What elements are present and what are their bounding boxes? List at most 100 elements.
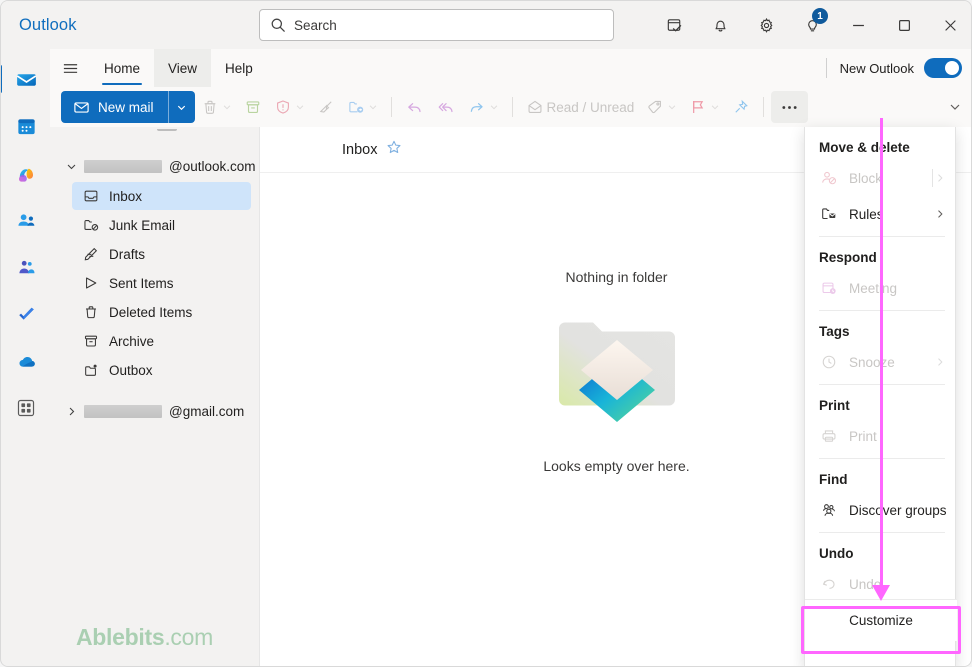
new-mail-label: New mail — [98, 99, 154, 115]
tab-home[interactable]: Home — [90, 49, 154, 87]
menu-item-label: Discover groups — [849, 502, 947, 518]
menu-item-label: Undo — [849, 576, 882, 592]
archive-button[interactable] — [238, 91, 268, 123]
read-unread-label: Read / Unread — [546, 99, 635, 115]
drafts-icon — [82, 246, 99, 263]
sidebar-item-drafts[interactable]: Drafts — [72, 240, 251, 268]
chevron-down-icon — [369, 105, 376, 110]
command-divider — [390, 97, 392, 117]
outlook-window: Outlook Search 1 Home View Help New Outl… — [0, 0, 972, 667]
rules-icon — [819, 205, 838, 224]
redacted-account-name — [84, 159, 162, 173]
outbox-icon — [82, 362, 99, 379]
meeting-icon — [819, 279, 838, 298]
flag-button[interactable] — [683, 91, 726, 123]
sidebar-item-junk-email[interactable]: Junk Email — [72, 211, 251, 239]
menu-item-label: Meeting — [849, 280, 898, 296]
lightbulb-icon[interactable]: 1 — [789, 5, 835, 45]
sidebar-item-outbox[interactable]: Outbox — [72, 356, 251, 384]
more-commands-button[interactable] — [771, 91, 809, 123]
pin-button[interactable] — [726, 91, 756, 123]
new-mail-chevron-down-icon[interactable] — [169, 91, 195, 123]
archive-icon — [246, 101, 259, 114]
printer-icon — [819, 427, 838, 446]
teams-app-icon[interactable] — [6, 247, 46, 287]
maximize-button[interactable] — [881, 1, 927, 49]
chevron-down-icon — [669, 105, 676, 110]
new-mail-icon — [74, 101, 89, 113]
menu-item-label: Rules — [849, 206, 884, 222]
new-mail-button[interactable]: New mail — [61, 91, 195, 123]
pin-icon — [735, 99, 749, 113]
redacted-account-name — [84, 404, 162, 418]
lightbulb-badge: 1 — [812, 8, 828, 24]
delete-button[interactable] — [195, 91, 238, 123]
more-dots-icon — [782, 105, 797, 109]
account-row-outlook[interactable]: @outlook.com — [50, 151, 259, 181]
notes-icon[interactable] — [651, 5, 697, 45]
command-divider — [511, 97, 513, 117]
chevron-down-icon[interactable] — [64, 159, 78, 173]
report-junk-icon — [276, 100, 289, 114]
sidebar-item-inbox[interactable]: Inbox — [72, 182, 251, 210]
search-input[interactable]: Search — [259, 9, 614, 41]
sidebar-item-label: Deleted Items — [109, 304, 193, 320]
read-unread-button[interactable]: Read / Unread — [520, 91, 641, 123]
hamburger-icon[interactable] — [50, 49, 90, 87]
folder-pane: @outlook.com Inbox Junk Email Drafts Sen… — [50, 127, 259, 666]
new-outlook-toggle[interactable] — [924, 58, 962, 78]
annotation-arrow-line — [880, 118, 883, 590]
gear-icon[interactable] — [743, 5, 789, 45]
delete-icon — [204, 100, 215, 114]
account-row-gmail[interactable]: @gmail.com — [50, 396, 259, 426]
reply-all-icon — [438, 102, 453, 112]
calendar-app-icon[interactable] — [6, 106, 46, 146]
app-brand: Outlook — [19, 15, 77, 34]
tag-button[interactable] — [640, 91, 683, 123]
sweep-button[interactable] — [311, 91, 341, 123]
apps-grid-icon[interactable] — [6, 388, 46, 428]
discover-groups-icon — [819, 501, 838, 520]
reply-icon — [407, 102, 421, 112]
move-to-button[interactable] — [341, 91, 384, 123]
block-sender-icon — [819, 169, 838, 188]
star-icon[interactable] — [386, 139, 402, 160]
new-mail-main[interactable]: New mail — [61, 91, 168, 123]
chevron-down-icon — [490, 105, 497, 110]
todo-app-icon[interactable] — [6, 294, 46, 334]
sent-icon — [82, 275, 99, 292]
sidebar-item-sent-items[interactable]: Sent Items — [72, 269, 251, 297]
move-to-icon — [348, 101, 363, 113]
report-junk-button[interactable] — [268, 91, 311, 123]
forward-button[interactable] — [461, 91, 505, 123]
chevron-right-icon[interactable] — [64, 404, 78, 418]
account-email-suffix: @outlook.com — [169, 158, 256, 174]
sidebar-item-archive[interactable]: Archive — [72, 327, 251, 355]
reply-all-button[interactable] — [430, 91, 461, 123]
copilot-app-icon[interactable] — [6, 153, 46, 193]
folder-pane-partial-item — [157, 127, 177, 131]
chevron-right-icon — [933, 209, 947, 219]
search-icon — [270, 17, 286, 33]
customize-button[interactable]: Customize — [805, 599, 957, 641]
sidebar-item-deleted-items[interactable]: Deleted Items — [72, 298, 251, 326]
page-title: Inbox — [342, 141, 378, 158]
flag-icon — [693, 101, 704, 113]
tab-view[interactable]: View — [154, 49, 212, 87]
bell-icon[interactable] — [697, 5, 743, 45]
ribbon-tab-bar: Home View Help New Outlook — [50, 49, 971, 87]
close-button[interactable] — [927, 1, 971, 49]
tag-icon — [648, 100, 662, 114]
archive-folder-icon — [82, 333, 99, 350]
junk-icon — [82, 217, 99, 234]
onedrive-app-icon[interactable] — [6, 341, 46, 381]
mail-app-icon[interactable] — [1, 59, 46, 99]
reply-button[interactable] — [399, 91, 430, 123]
minimize-button[interactable] — [835, 1, 881, 49]
empty-state-subtitle: Looks empty over here. — [543, 458, 690, 474]
command-divider — [763, 97, 765, 117]
ribbon-expand-chevron-down-icon[interactable] — [944, 95, 966, 119]
people-app-icon[interactable] — [6, 200, 46, 240]
tab-help[interactable]: Help — [211, 49, 267, 87]
sidebar-item-label: Sent Items — [109, 275, 174, 291]
